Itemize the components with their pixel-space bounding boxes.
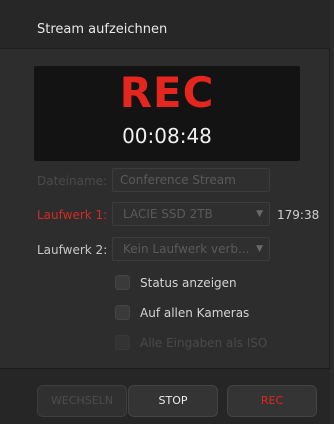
drive1-select[interactable]: LACIE SSD 2TB ▼ (112, 202, 270, 226)
stop-button[interactable]: STOP (128, 385, 218, 417)
panel-title: Stream aufzeichnen (37, 22, 168, 37)
all-inputs-iso-label: Alle Eingaben als ISO (140, 336, 268, 350)
panel-header: Stream aufzeichnen (0, 0, 330, 49)
filename-label: Dateiname: (37, 174, 108, 188)
recording-timecode: 00:08:48 (122, 124, 212, 148)
drive2-label: Laufwerk 2: (37, 243, 108, 257)
show-status-checkbox[interactable] (115, 275, 130, 290)
all-cameras-checkbox[interactable] (115, 305, 130, 320)
record-stream-panel: Stream aufzeichnen REC 00:08:48 Dateinam… (0, 0, 330, 424)
drive1-selected-value: LACIE SSD 2TB (123, 207, 213, 221)
drive2-selected-value: Kein Laufwerk verb... (123, 242, 250, 256)
panel-footer: WECHSELN STOP REC (0, 368, 330, 424)
rec-indicator: REC (119, 68, 215, 117)
filename-input[interactable]: Conference Stream (112, 168, 270, 192)
chevron-down-icon: ▼ (256, 209, 263, 219)
drive2-select[interactable]: Kein Laufwerk verb... ▼ (112, 237, 270, 261)
switch-button[interactable]: WECHSELN (37, 385, 127, 417)
recording-status-display: REC 00:08:48 (34, 66, 300, 161)
all-cameras-label: Auf allen Kameras (140, 306, 250, 320)
all-inputs-iso-checkbox[interactable] (115, 335, 130, 350)
record-button[interactable]: REC (227, 385, 317, 417)
chevron-down-icon: ▼ (256, 244, 263, 254)
drive1-label: Laufwerk 1: (37, 208, 108, 222)
drive1-remaining-time: 179:38 (277, 208, 320, 222)
show-status-label: Status anzeigen (140, 276, 237, 290)
